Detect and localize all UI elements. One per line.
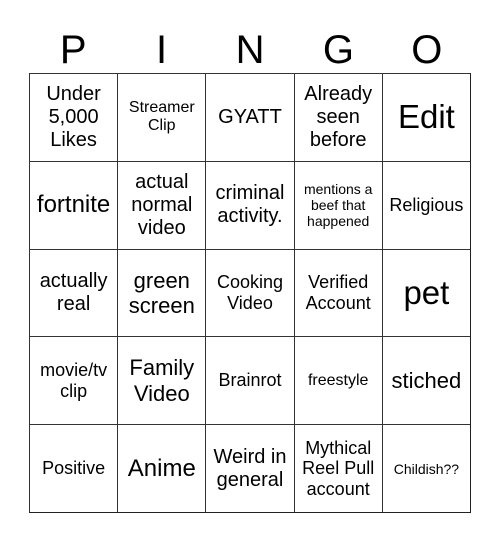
bingo-cell[interactable]: freestyle bbox=[293, 336, 382, 425]
bingo-cell[interactable]: Religious bbox=[381, 160, 470, 249]
bingo-cell[interactable]: Brainrot bbox=[205, 336, 294, 425]
bingo-cell[interactable]: Anime bbox=[117, 424, 206, 512]
bingo-cell[interactable]: green screen bbox=[117, 248, 206, 337]
bingo-cell[interactable]: Streamer Clip bbox=[117, 73, 206, 161]
bingo-cell[interactable]: pet bbox=[381, 248, 470, 337]
bingo-cell[interactable]: Cooking Video bbox=[205, 248, 294, 337]
bingo-cell[interactable]: fortnite bbox=[29, 160, 118, 249]
bingo-header: P I N G O bbox=[29, 28, 471, 73]
bingo-cell[interactable]: GYATT bbox=[205, 73, 294, 161]
bingo-cell[interactable]: Edit bbox=[381, 73, 470, 161]
bingo-cell[interactable]: actually real bbox=[29, 248, 118, 337]
bingo-cell[interactable]: actual normal video bbox=[117, 160, 206, 249]
bingo-cell[interactable]: Mythical Reel Pull account bbox=[293, 424, 382, 512]
bingo-cell[interactable]: Family Video bbox=[117, 336, 206, 425]
bingo-cell[interactable]: Weird in general bbox=[205, 424, 294, 512]
bingo-cell[interactable]: Already seen before bbox=[293, 73, 382, 161]
bingo-cell[interactable]: stiched bbox=[381, 336, 470, 425]
bingo-cell[interactable]: criminal activity. bbox=[205, 160, 294, 249]
bingo-cell[interactable]: Childish?? bbox=[381, 424, 470, 512]
bingo-cell[interactable]: Under 5,000 Likes bbox=[29, 73, 118, 161]
bingo-cell[interactable]: Positive bbox=[29, 424, 118, 512]
bingo-grid: Under 5,000 Likes Streamer Clip GYATT Al… bbox=[29, 73, 471, 513]
bingo-cell[interactable]: Verified Account bbox=[293, 248, 382, 337]
header-letter-o: O bbox=[411, 28, 443, 72]
header-letter-n: N bbox=[235, 28, 265, 72]
bingo-cell[interactable]: mentions a beef that happened bbox=[293, 160, 382, 249]
header-letter-g: G bbox=[322, 28, 354, 72]
header-letter-i: I bbox=[156, 28, 168, 72]
bingo-cell[interactable]: movie/tv clip bbox=[29, 336, 118, 425]
header-letter-p: P bbox=[59, 28, 87, 72]
